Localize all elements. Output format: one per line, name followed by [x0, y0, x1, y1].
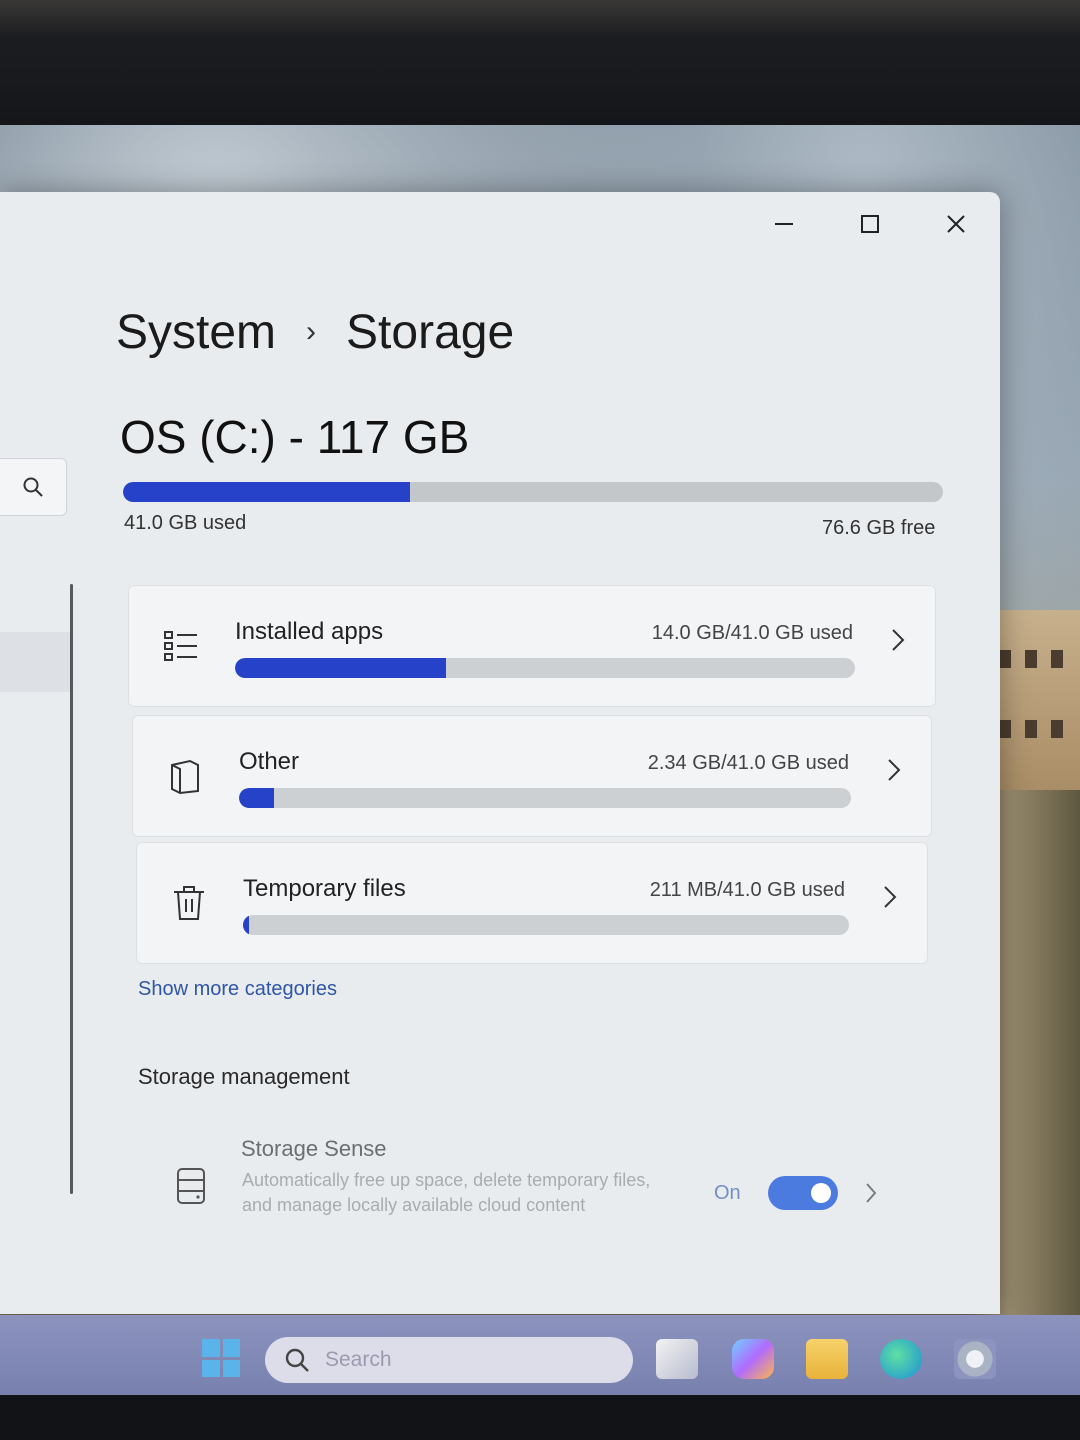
category-usage-bar [235, 658, 855, 678]
nav-pane [0, 192, 95, 1314]
file-explorer-icon[interactable] [806, 1339, 848, 1379]
taskbar: Search [0, 1315, 1080, 1395]
settings-window: System › Storage OS (C:) - 117 GB 41.0 G… [0, 192, 1000, 1314]
category-usage-fill [235, 658, 446, 678]
drive-usage-fill [123, 482, 410, 502]
storage-sense-toggle[interactable] [768, 1176, 838, 1210]
storage-sense-description: Automatically free up space, delete temp… [242, 1170, 651, 1215]
category-usage-bar [243, 915, 849, 935]
search-icon [23, 477, 43, 497]
close-icon [947, 215, 965, 233]
search-icon [283, 1346, 311, 1374]
windows-logo-tile [202, 1339, 220, 1357]
drive-used-label: 41.0 GB used [124, 512, 247, 534]
task-view-icon[interactable] [656, 1339, 698, 1379]
breadcrumb-system-link[interactable]: System [116, 305, 276, 360]
chevron-right-icon [883, 885, 897, 916]
drive-free-label: 76.6 GB free [822, 517, 936, 539]
storage-sense-icon [177, 1168, 205, 1204]
category-card-temporary-files[interactable]: Temporary files 211 MB/41.0 GB used [136, 842, 928, 964]
edge-browser-icon[interactable] [880, 1339, 922, 1379]
drive-usage-bar [123, 482, 943, 502]
category-usage-fill [239, 788, 274, 808]
taskbar-search-placeholder: Search [325, 1348, 392, 1371]
monitor-bezel-bottom [0, 1395, 1080, 1440]
category-usage-bar [239, 788, 851, 808]
storage-sense-title: Storage Sense [241, 1136, 387, 1161]
category-name: Temporary files [243, 875, 406, 902]
show-more-categories-link[interactable]: Show more categories [138, 978, 337, 1001]
breadcrumb: System › Storage [116, 302, 514, 362]
toggle-knob [811, 1183, 831, 1203]
settings-search-button[interactable] [0, 458, 67, 516]
category-usage: 211 MB/41.0 GB used [649, 879, 845, 901]
chevron-right-icon[interactable] [865, 1182, 877, 1211]
category-card-installed-apps[interactable]: Installed apps 14.0 GB/41.0 GB used [128, 585, 936, 707]
storage-sense-state-label: On [714, 1182, 741, 1204]
category-card-other[interactable]: Other 2.34 GB/41.0 GB used [132, 715, 932, 837]
maximize-button[interactable] [850, 204, 890, 244]
category-name: Installed apps [235, 618, 384, 645]
start-button[interactable] [202, 1339, 240, 1377]
drive-title: OS (C:) - 117 GB [120, 411, 470, 463]
category-usage: 14.0 GB/41.0 GB used [651, 622, 853, 644]
storage-management-heading: Storage management [138, 1064, 350, 1089]
page-title: Storage [346, 305, 515, 359]
windows-logo-tile [222, 1339, 240, 1357]
apps-list-icon [161, 622, 201, 670]
nav-item-selected[interactable] [0, 632, 70, 692]
windows-logo-tile [202, 1359, 220, 1377]
category-usage: 2.34 GB/41.0 GB used [647, 752, 849, 774]
monitor-bezel-top [0, 0, 1080, 125]
windows-logo-tile [222, 1359, 240, 1377]
close-button[interactable] [936, 204, 976, 244]
other-file-icon [165, 752, 205, 800]
minimize-icon [775, 223, 793, 225]
taskbar-search-box[interactable]: Search [265, 1337, 633, 1383]
minimize-button[interactable] [764, 204, 804, 244]
trash-icon [169, 879, 209, 927]
maximize-icon [861, 215, 879, 233]
copilot-icon[interactable] [732, 1339, 774, 1379]
category-name: Other [239, 748, 300, 775]
nav-scrollbar[interactable] [70, 584, 73, 1194]
chevron-right-icon [887, 758, 901, 789]
settings-gear-icon[interactable] [954, 1339, 996, 1379]
chevron-right-icon [891, 628, 905, 659]
breadcrumb-separator: › [306, 315, 317, 348]
category-usage-fill [243, 915, 250, 935]
